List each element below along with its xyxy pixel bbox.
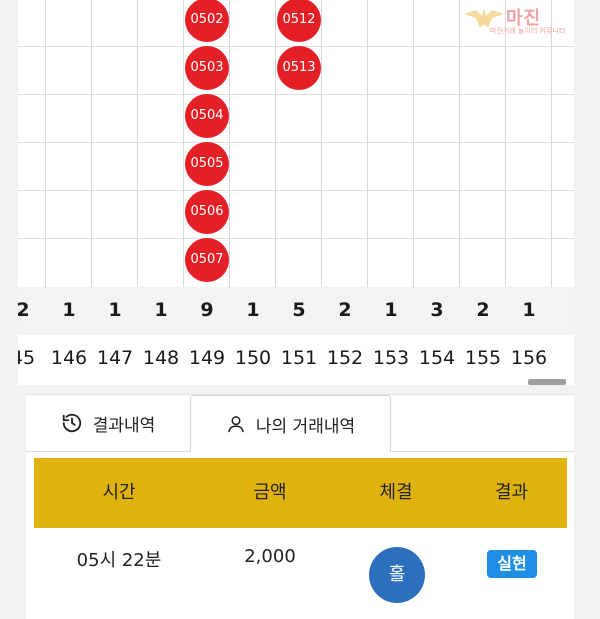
- column-round-number: 151: [280, 347, 318, 369]
- column-header-amount: 금액: [253, 482, 287, 503]
- trade-time: 05시 22분: [76, 550, 162, 571]
- column-round-number: 155: [464, 347, 502, 369]
- column-count: 2: [476, 299, 490, 321]
- tab-my-trades-label: 나의 거래내역: [255, 416, 356, 437]
- tab-my-trades[interactable]: 나의 거래내역: [190, 395, 391, 452]
- watermark-logo: 마진 마진거래 놀이터 커뮤니티: [462, 4, 594, 38]
- road-ball: 0507: [185, 238, 229, 282]
- column-count: 2: [338, 299, 352, 321]
- user-icon: [228, 416, 244, 433]
- tab-result-history-label: 결과내역: [92, 415, 156, 436]
- column-count: 2: [18, 299, 30, 321]
- column-round-number: 150: [234, 347, 272, 369]
- road-ball: 0506: [185, 190, 229, 234]
- horizontal-scrollbar[interactable]: [528, 379, 566, 385]
- column-count: 1: [384, 299, 398, 321]
- column-count: 1: [154, 299, 168, 321]
- column-count: 1: [522, 299, 536, 321]
- column-header-result: 결과: [494, 482, 529, 503]
- grid-line: [18, 94, 574, 95]
- column-header-fill: 체결: [379, 482, 413, 503]
- column-count: 1: [62, 299, 76, 321]
- result-status-badge: 실현: [487, 550, 537, 578]
- column-count: 9: [200, 299, 214, 321]
- grid-line: [18, 238, 574, 239]
- road-grid: 2 45 1 146 1 147 1 148 050205030504050505060507 9…: [18, 0, 574, 385]
- road-ball: 0502: [185, 0, 229, 42]
- column-count: 1: [108, 299, 122, 321]
- road-ball: 0505: [185, 142, 229, 186]
- column-count: 5: [292, 299, 306, 321]
- fill-odd-ball: 홀: [369, 547, 425, 603]
- table-row: 05시 22분 2,000 홀 실현: [34, 528, 567, 619]
- grid-line: [18, 142, 574, 143]
- tab-result-history[interactable]: 결과내역: [26, 395, 190, 452]
- column-round-number: 152: [326, 347, 364, 369]
- road-ball: 0513: [277, 46, 321, 90]
- column-count: 1: [246, 299, 260, 321]
- column-header-time: 시간: [102, 482, 136, 503]
- trade-table-header: 시간 금액 체결 결과: [34, 458, 567, 528]
- column-round-number: 149: [188, 347, 226, 369]
- road-ball: 0512: [277, 0, 321, 42]
- column-round-number: 45: [18, 347, 36, 369]
- column-round-number: 147: [96, 347, 134, 369]
- trade-panel: 결과내역 나의 거래내역 시간 금액 체결 결과 05시 22분 2,000 홀…: [26, 394, 574, 619]
- column-round-number: 156: [510, 347, 548, 369]
- road-ball: 0504: [185, 94, 229, 138]
- history-clock-icon: [62, 413, 81, 433]
- road-ball: 0503: [185, 46, 229, 90]
- trade-amount: 2,000: [244, 546, 296, 567]
- column-round-number: 154: [418, 347, 456, 369]
- watermark-subtitle: 마진거래 놀이터 커뮤니티: [490, 27, 566, 35]
- grid-line: [18, 190, 574, 191]
- column-count: 3: [430, 299, 444, 321]
- column-round-number: 146: [50, 347, 88, 369]
- column-round-number: 148: [142, 347, 180, 369]
- column-round-number: 153: [372, 347, 410, 369]
- tab-bar-filler: [391, 395, 574, 452]
